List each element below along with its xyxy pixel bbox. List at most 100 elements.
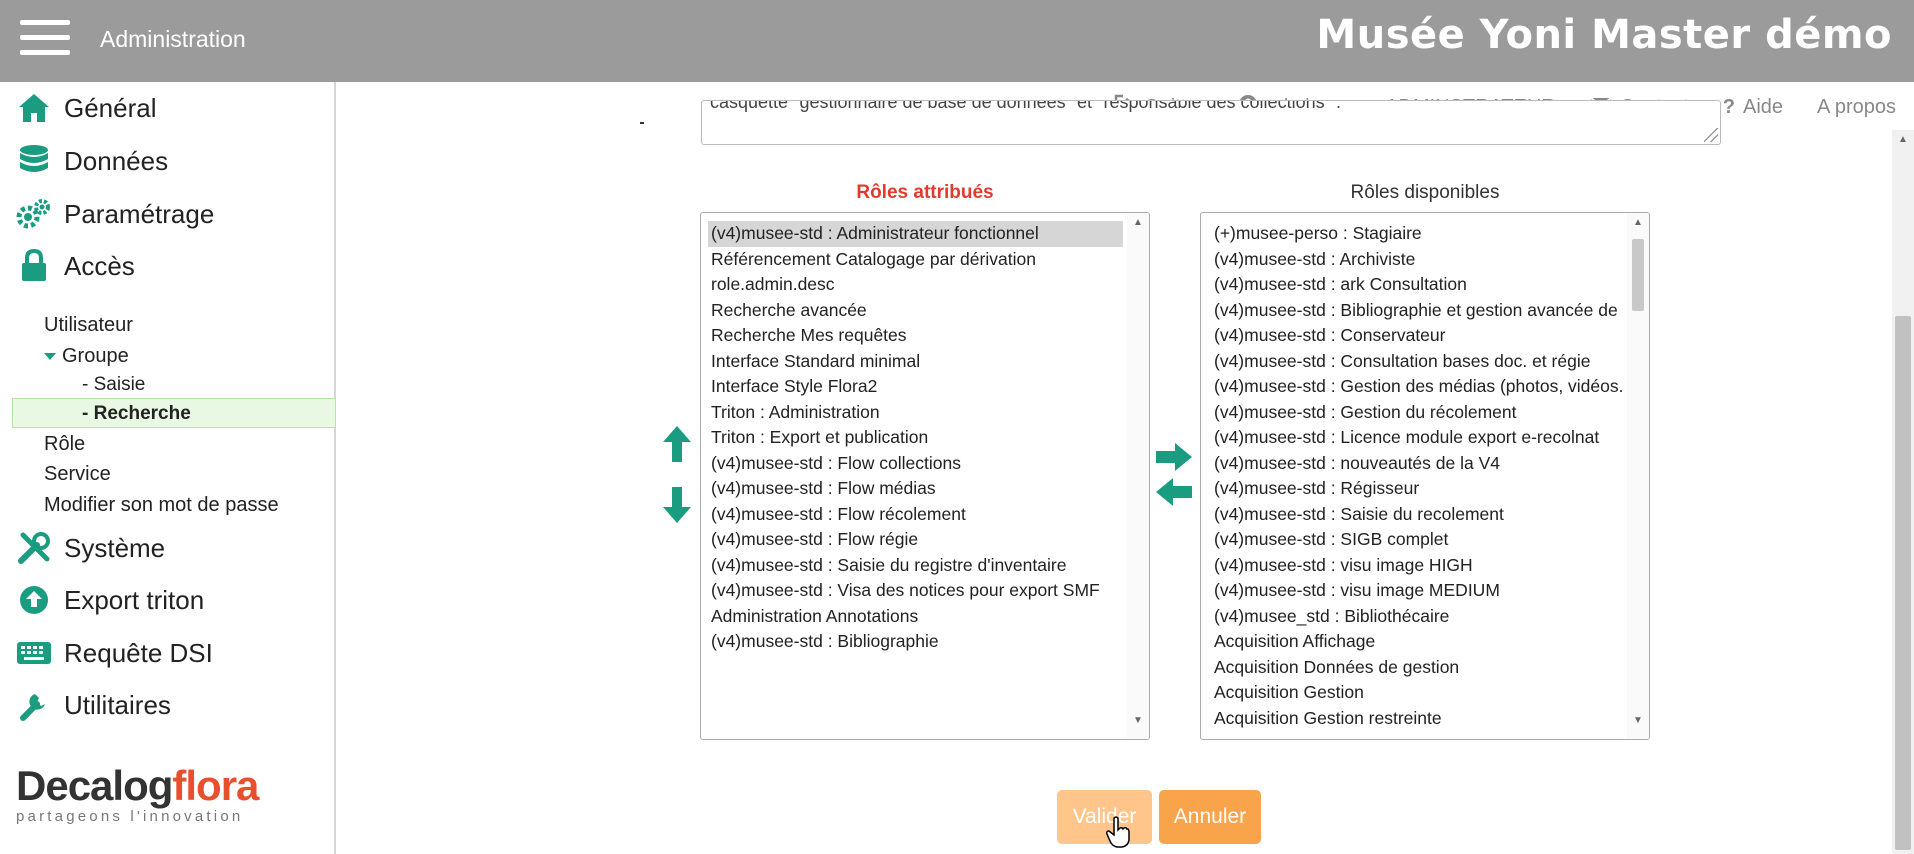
menu-icon[interactable] [20, 20, 70, 56]
brand-title: Musée Yoni Master démo [1316, 12, 1892, 58]
sidebar-item-groupe-label: Groupe [62, 345, 129, 367]
page-scroll-thumb[interactable] [1895, 316, 1911, 850]
list-item[interactable]: Acquisition Données de gestion [1211, 655, 1623, 681]
sidebar-item-service[interactable]: Service [44, 463, 111, 486]
list-item[interactable]: (v4)musee-std : Saisie du registre d'inv… [708, 553, 1123, 579]
list-item[interactable]: (v4)musee-std : visu image HIGH [1211, 553, 1623, 579]
nav-donnees[interactable]: Données [16, 143, 168, 179]
list-item[interactable]: Acquisition Gestion [1211, 680, 1623, 706]
scroll-down-icon[interactable]: ▼ [1627, 715, 1649, 735]
nav-parametrage-label: Paramétrage [64, 198, 215, 229]
wrench-icon [16, 687, 52, 723]
nav-export-triton[interactable]: Export triton [16, 582, 204, 618]
list-item[interactable]: Acquisition Gestion restreinte [1211, 706, 1623, 732]
list-item[interactable]: Triton : Export et publication [708, 425, 1123, 451]
sidebar-item-utilisateur[interactable]: Utilisateur [44, 314, 133, 337]
list-item[interactable]: (v4)musee-std : SIGB complet [1211, 527, 1623, 553]
apropos-link[interactable]: A propos [1817, 94, 1896, 120]
sidebar-item-password[interactable]: Modifier son mot de passe [44, 494, 279, 517]
list-item[interactable]: Recherche avancée [708, 298, 1123, 324]
nav-requete-dsi[interactable]: Requête DSI [16, 635, 213, 671]
list-item[interactable]: (v4)musee-std : Gestion des médias (phot… [1211, 374, 1623, 400]
list-item[interactable]: (v4)musee-std : Flow collections [708, 451, 1123, 477]
nav-utilitaires[interactable]: Utilitaires [16, 687, 171, 723]
scroll-down-icon[interactable]: ▼ [1127, 715, 1149, 735]
list-item[interactable]: (v4)musee-std : Archiviste [1211, 247, 1623, 273]
valider-button[interactable]: Valider [1057, 790, 1152, 844]
list-item[interactable]: Administration Annotations [708, 604, 1123, 630]
list-item[interactable]: (v4)musee-std : Conservateur [1211, 323, 1623, 349]
description-text: casquette "gestionnaire de base de donné… [710, 100, 1341, 112]
list-item[interactable]: (v4)musee-std : visu image MEDIUM [1211, 578, 1623, 604]
nav-donnees-label: Données [64, 145, 169, 176]
list-item[interactable]: Interface Standard minimal [708, 349, 1123, 375]
home-icon [16, 90, 52, 126]
list-item[interactable]: (v4)musee-std : Visa des notices pour ex… [708, 578, 1123, 604]
list-item[interactable]: (v4)musee-std : Saisie du recolement [1211, 502, 1623, 528]
list-item[interactable]: Acquisition Affichage [1211, 629, 1623, 655]
lock-icon [16, 248, 52, 284]
list-item[interactable]: (v4)musee-std : ark Consultation [1211, 272, 1623, 298]
nav-parametrage[interactable]: Paramétrage [16, 196, 214, 232]
move-down-arrow-icon[interactable] [662, 485, 692, 530]
annuler-button[interactable]: Annuler [1159, 790, 1261, 844]
page-scrollbar[interactable]: ▲ [1892, 130, 1914, 854]
list-item[interactable]: (v4)musee-std : Flow récolement [708, 502, 1123, 528]
scroll-up-icon[interactable]: ▲ [1127, 217, 1149, 237]
sidebar-item-groupe[interactable]: Groupe [44, 345, 129, 368]
tools-icon [16, 530, 52, 566]
decalog-flora-logo: Decalogflora partageons l'innovation [16, 762, 259, 825]
list-item[interactable]: (v4)musee-std : Administrateur fonctionn… [708, 221, 1123, 247]
list-item[interactable]: (v4)musee-std : Bibliographie [708, 629, 1123, 655]
scroll-up-icon[interactable]: ▲ [1892, 134, 1914, 145]
list-item[interactable]: Triton : Administration [708, 400, 1123, 426]
hand-cursor-icon [1106, 816, 1130, 853]
nav-export-triton-label: Export triton [64, 584, 205, 615]
logo-part1: Decalog [16, 762, 173, 809]
form-bullet [640, 122, 644, 124]
sidebar-item-recherche[interactable]: - Recherche [82, 403, 191, 425]
sidebar-item-saisie[interactable]: - Saisie [82, 374, 145, 396]
available-roles-list[interactable]: (+)musee-perso : Stagiaire (v4)musee-std … [1200, 212, 1650, 740]
list-item[interactable]: (+)musee-perso : Stagiaire [1211, 221, 1623, 247]
logo-tagline: partageons l'innovation [16, 808, 244, 825]
assigned-roles-title: Rôles attribués [856, 182, 994, 203]
list-item[interactable]: (v4)musee_std : Bibliothécaire [1211, 604, 1623, 630]
keyboard-icon [16, 635, 52, 671]
export-icon [16, 582, 52, 618]
aide-label: Aide [1743, 95, 1784, 118]
move-left-arrow-icon[interactable] [1155, 477, 1193, 512]
assigned-list-scrollbar[interactable]: ▲ ▼ [1127, 213, 1149, 739]
list-item[interactable]: Recherche Mes requêtes [708, 323, 1123, 349]
list-item[interactable]: (v4)musee-std : Bibliographie et gestion… [1211, 298, 1623, 324]
list-item[interactable]: (v4)musee-std : Consultation bases doc. … [1211, 349, 1623, 375]
list-item[interactable]: (v4)musee-std : nouveautés de la V4 [1211, 451, 1623, 477]
sidebar-item-role[interactable]: Rôle [44, 433, 85, 456]
nav-utilitaires-label: Utilitaires [64, 689, 171, 720]
scroll-up-icon[interactable]: ▲ [1627, 217, 1649, 237]
nav-systeme[interactable]: Système [16, 530, 165, 566]
nav-requete-dsi-label: Requête DSI [64, 637, 213, 668]
list-item[interactable]: Interface Style Flora2 [708, 374, 1123, 400]
resize-grip-icon[interactable] [1704, 128, 1718, 142]
list-item[interactable]: (v4)musee-std : Régisseur [1211, 476, 1623, 502]
move-up-arrow-icon[interactable] [662, 424, 692, 469]
aide-link[interactable]: ? Aide [1723, 94, 1783, 120]
list-item[interactable]: (v4)musee-std : Gestion du récolement [1211, 400, 1623, 426]
list-item[interactable]: Référencement Catalogage par dérivation [708, 247, 1123, 273]
assigned-roles-list[interactable]: (v4)musee-std : Administrateur fonctionn… [700, 212, 1150, 740]
nav-systeme-label: Système [64, 532, 166, 563]
nav-general[interactable]: Général [16, 90, 157, 126]
list-item[interactable]: (v4)musee-std : Licence module export e-… [1211, 425, 1623, 451]
available-list-scrollbar[interactable]: ▲ ▼ [1627, 213, 1649, 739]
list-item[interactable]: (v4)musee-std : Flow médias [708, 476, 1123, 502]
list-item[interactable]: role.admin.desc [708, 272, 1123, 298]
description-textarea[interactable]: casquette "gestionnaire de base de donné… [701, 100, 1721, 145]
logo-part2: flora [172, 762, 259, 809]
database-icon [16, 143, 52, 179]
nav-acces[interactable]: Accès [16, 248, 135, 284]
scroll-thumb[interactable] [1632, 239, 1644, 311]
move-right-arrow-icon[interactable] [1155, 442, 1193, 477]
list-item[interactable]: (v4)musee-std : Flow régie [708, 527, 1123, 553]
caret-down-icon [44, 353, 56, 361]
